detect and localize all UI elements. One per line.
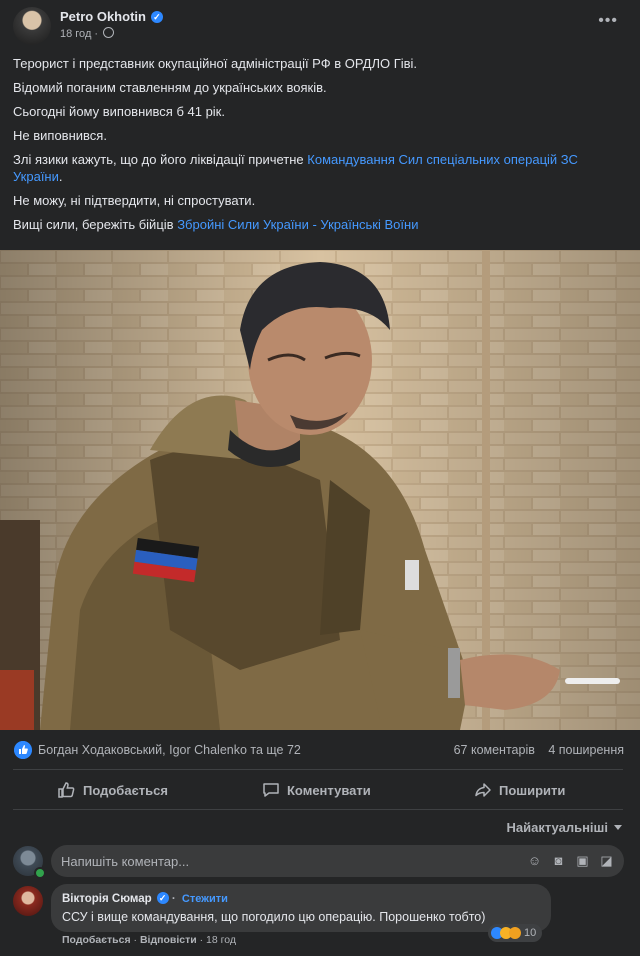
- follow-link[interactable]: Стежити: [182, 893, 228, 905]
- post-paragraph: Не можу, ні підтвердити, ні спростувати.: [13, 193, 256, 208]
- comment-reply-link[interactable]: Відповісти: [140, 934, 197, 946]
- gif-icon[interactable]: ▣: [575, 853, 590, 868]
- author-name[interactable]: Petro Okhotin ✓: [60, 9, 163, 24]
- reactions-bar: Богдан Ходаковський, Igor Chalenko та ще…: [0, 737, 640, 763]
- paragraph-text: Вищі сили, бережіть бійців: [13, 217, 178, 232]
- reactors-summary[interactable]: Богдан Ходаковський, Igor Chalenko та ще…: [38, 743, 301, 757]
- share-button[interactable]: Поширити: [474, 773, 565, 807]
- post-actions: Подобається Коментувати Поширити: [0, 773, 640, 807]
- commenter-avatar[interactable]: [13, 886, 43, 916]
- comment-composer: ☺ ◙ ▣ ◪: [13, 845, 628, 879]
- sticker-icon[interactable]: ◪: [599, 853, 614, 868]
- author-name-text[interactable]: Petro Okhotin: [60, 9, 146, 24]
- paragraph-end: .: [58, 169, 63, 184]
- post-paragraph: Сьогодні йому виповнився б 41 рік.: [13, 104, 225, 119]
- author-avatar[interactable]: [13, 7, 51, 45]
- comment-sort-dropdown[interactable]: Найактуальніші: [506, 820, 622, 835]
- post-time[interactable]: 18 год: [60, 28, 91, 40]
- shares-count[interactable]: 4 поширення: [548, 743, 624, 757]
- post-meta: 18 год ·: [60, 27, 115, 40]
- share-label: Поширити: [499, 782, 566, 798]
- comment-item: Вікторія Сюмар ✓ · Стежити ССУ і вище ком…: [13, 884, 628, 954]
- like-button[interactable]: Подобається: [58, 773, 168, 807]
- comment-icon: [263, 783, 279, 797]
- like-reaction-icon: [14, 741, 32, 759]
- post-paragraph: Не виповнився.: [13, 128, 107, 143]
- comment-reactions[interactable]: 10: [488, 924, 543, 942]
- post-paragraph: Терорист і представник окупаційної адмін…: [13, 56, 418, 71]
- like-label: Подобається: [83, 782, 168, 798]
- engagement-counts: 67 коментарів 4 поширення: [444, 743, 624, 757]
- post-paragraph: Вищі сили, бережіть бійців Збройні Сили …: [13, 216, 628, 233]
- comments-count[interactable]: 67 коментарів: [454, 743, 535, 757]
- share-icon: [475, 783, 491, 797]
- post-header: Petro Okhotin ✓ 18 год · •••: [0, 0, 640, 50]
- comment-button[interactable]: Коментувати: [262, 773, 371, 807]
- globe-icon: [103, 27, 115, 38]
- commenter-name-text[interactable]: Вікторія Сюмар: [62, 893, 152, 905]
- post-paragraph: Відомий поганим ставленням до українськи…: [13, 80, 327, 95]
- divider: [13, 809, 623, 810]
- caret-down-icon: [614, 825, 622, 830]
- online-status-dot: [34, 867, 46, 879]
- divider: [13, 769, 623, 770]
- comment-bubble: Вікторія Сюмар ✓ · Стежити ССУ і вище ком…: [51, 884, 551, 932]
- post-photo[interactable]: [0, 250, 640, 730]
- comment-reaction-count: 10: [524, 927, 537, 939]
- camera-icon[interactable]: ◙: [551, 853, 566, 868]
- composer-tools: ☺ ◙ ▣ ◪: [527, 853, 614, 868]
- paragraph-text: Злі язики кажуть, що до його ліквідації …: [13, 152, 308, 167]
- comment-text: ССУ і вище командування, що погодило цю …: [62, 910, 486, 924]
- verified-icon: ✓: [156, 892, 169, 904]
- post-paragraph: Злі язики кажуть, що до його ліквідації …: [13, 151, 628, 185]
- commenter-name: Вікторія Сюмар ✓ · Стежити: [62, 892, 228, 905]
- comment-actions: Подобається · Відповісти · 18 год: [62, 934, 236, 946]
- emoji-icon[interactable]: ☺: [527, 853, 542, 868]
- comment-label: Коментувати: [287, 782, 371, 798]
- more-options-icon[interactable]: •••: [598, 12, 618, 30]
- sort-label: Найактуальніші: [506, 820, 609, 835]
- separator: ·: [168, 893, 179, 905]
- verified-icon: ✓: [150, 11, 163, 23]
- comment-time[interactable]: 18 год: [206, 934, 236, 946]
- wow-reaction-icon: [509, 927, 521, 939]
- comment-like-link[interactable]: Подобається: [62, 934, 131, 946]
- post-text: Терорист і представник окупаційної адмін…: [13, 55, 628, 240]
- page-link-zsu[interactable]: Збройні Сили України - Українські Воїни: [177, 217, 418, 232]
- photo-image: [0, 250, 640, 730]
- thumbs-up-icon: [58, 782, 75, 798]
